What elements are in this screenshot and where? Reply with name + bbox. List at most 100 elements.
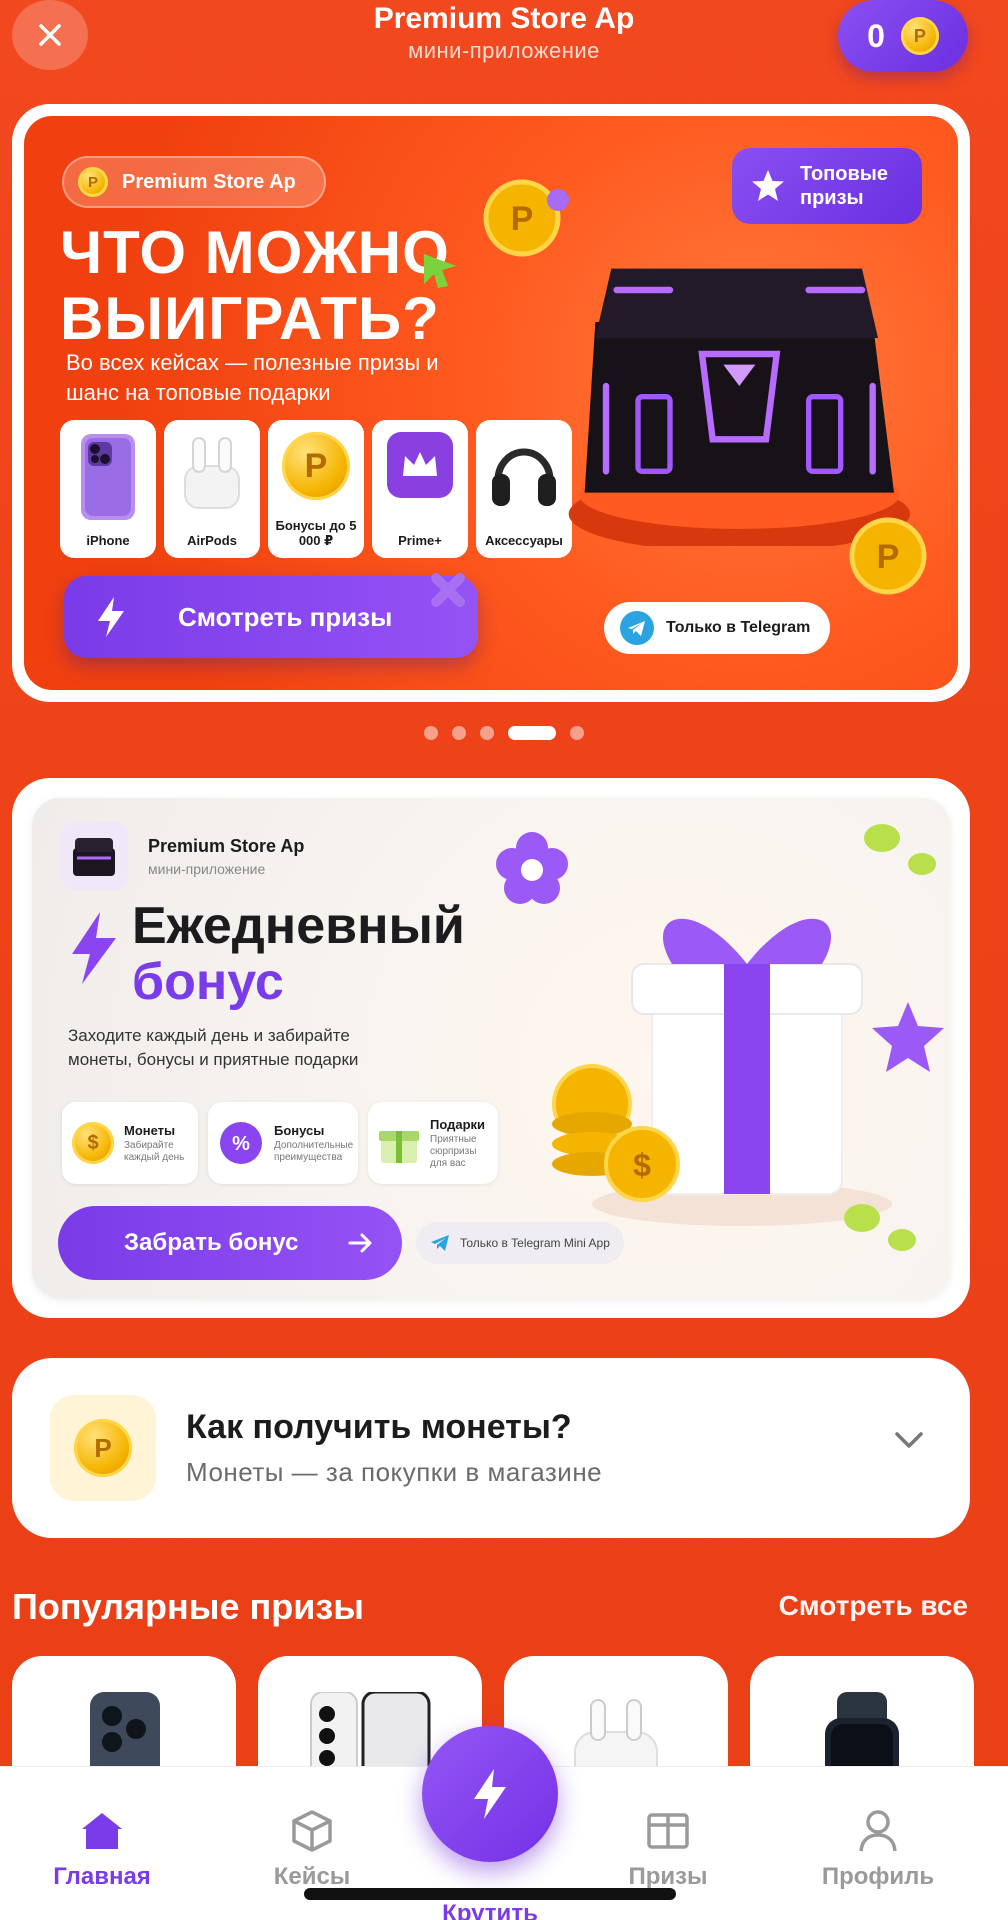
- bonus-app-chip: Premium Store Ap мини-приложение: [60, 822, 304, 890]
- nav-spin-label: Крутить: [442, 1900, 538, 1920]
- gift-outline-icon: [647, 1813, 689, 1849]
- prize-label: Бонусы до 5 000 ₽: [275, 518, 357, 548]
- prize-card-airpods[interactable]: AirPods: [164, 420, 260, 558]
- telegram-miniapp-label: Только в Telegram Mini App: [460, 1236, 610, 1250]
- nav-prizes-label: Призы: [628, 1863, 708, 1890]
- coin-icon: P: [74, 1419, 132, 1477]
- prize-label: Prime+: [398, 533, 442, 548]
- daily-bonus-title-line1: Ежедневный: [132, 897, 465, 955]
- lightning-icon: [98, 597, 124, 637]
- coin-balance[interactable]: 0 P: [838, 0, 968, 72]
- daily-bonus-card[interactable]: Premium Store Ap мини-приложение Ежеднев…: [12, 778, 970, 1318]
- prize-card-prime[interactable]: Prime+: [372, 420, 468, 558]
- purple-cross-icon: [431, 573, 465, 607]
- coin-icon: P: [78, 167, 108, 197]
- top-prizes-badge: Топовые призы: [732, 148, 922, 224]
- view-prizes-button[interactable]: Смотреть призы: [64, 576, 478, 658]
- telegram-only-pill: Только в Telegram: [604, 602, 830, 654]
- chevron-down-icon[interactable]: [894, 1430, 924, 1450]
- airpods-icon: [184, 437, 240, 509]
- gold-coin-icon: P: [849, 517, 927, 595]
- telegram-only-label: Только в Telegram: [666, 619, 811, 636]
- top-bar: Premium Store Ap мини-приложение 0 P: [0, 0, 1008, 80]
- daily-bonus-title: Ежедневный бонус: [132, 898, 465, 1010]
- dollar-coin-icon: $: [72, 1122, 114, 1164]
- carousel-dot[interactable]: [452, 726, 466, 740]
- coins-question: Как получить монеты?: [186, 1408, 572, 1446]
- benefit-sub: Приятные сюрпризы для вас: [430, 1133, 477, 1169]
- prize-label: AirPods: [187, 533, 237, 548]
- hero-prize-list: iPhone AirPods P Бонусы до 5 000 ₽ Prime…: [60, 420, 572, 558]
- treasure-chest-icon: [568, 268, 910, 546]
- percent-badge-icon: %: [220, 1122, 262, 1164]
- green-dots-icon: [864, 824, 936, 875]
- coin-icon: P: [282, 432, 350, 500]
- svg-text:%: %: [232, 1133, 250, 1155]
- benefit-sub: Дополнительные преимущества: [274, 1139, 354, 1163]
- benefit-title: Бонусы: [274, 1122, 325, 1138]
- claim-bonus-button[interactable]: Забрать бонус: [58, 1206, 402, 1280]
- how-to-get-coins-accordion[interactable]: P Как получить монеты? Монеты — за покуп…: [12, 1358, 970, 1538]
- bonus-benefit-list: $ Монеты Забирайте каждый день % Бонусы …: [62, 1102, 498, 1184]
- prize-card-bonuses[interactable]: P Бонусы до 5 000 ₽: [268, 420, 364, 558]
- arrow-right-icon: [348, 1233, 372, 1253]
- nav-cases[interactable]: Кейсы: [242, 1807, 382, 1891]
- claim-bonus-label: Забрать бонус: [124, 1229, 299, 1256]
- nav-profile[interactable]: Профиль: [808, 1807, 948, 1891]
- view-prizes-label: Смотреть призы: [178, 601, 393, 632]
- nav-home-label: Главная: [53, 1863, 151, 1890]
- phone-icon: [81, 434, 135, 520]
- coins-answer: Монеты — за покупки в магазине: [186, 1457, 603, 1487]
- nav-prizes[interactable]: Призы: [598, 1807, 738, 1891]
- hero-banner[interactable]: P Premium Store Ap ЧТО МОЖНО ВЫИГРАТЬ? В…: [12, 104, 970, 702]
- popular-prizes-title: Популярные призы: [12, 1586, 365, 1627]
- svg-text:$: $: [633, 1147, 651, 1183]
- carousel-dot[interactable]: [570, 726, 584, 740]
- purple-orb-icon: [547, 189, 569, 211]
- nav-cases-label: Кейсы: [273, 1863, 351, 1890]
- star-icon: [872, 1002, 944, 1072]
- see-all-link[interactable]: Смотреть все: [779, 1590, 968, 1622]
- prize-label: iPhone: [86, 533, 130, 548]
- hero-brand-pill: P Premium Store Ap: [62, 156, 326, 208]
- telegram-icon: [620, 611, 654, 645]
- box-icon: [292, 1810, 332, 1852]
- app-thumbnail: [60, 822, 128, 890]
- bonus-app-name: Premium Store Ap: [148, 835, 305, 856]
- nav-home[interactable]: Главная: [32, 1807, 172, 1891]
- hero-subtitle: Во всех кейсах — полезные призы и шанс н…: [66, 350, 439, 405]
- chest-icon: [73, 838, 115, 876]
- daily-bonus-title-line2: бонус: [132, 953, 284, 1011]
- carousel-dot-active[interactable]: [508, 726, 556, 740]
- bonus-app-sub: мини-приложение: [148, 860, 266, 877]
- hero-banner-inner: P Premium Store Ap ЧТО МОЖНО ВЫИГРАТЬ? В…: [24, 116, 958, 690]
- gift-box-icon: $: [552, 918, 892, 1226]
- lightning-icon: [72, 912, 116, 984]
- benefit-sub: Забирайте каждый день: [124, 1139, 185, 1163]
- green-cursor-icon: [424, 254, 456, 288]
- coins-icon-box: P: [50, 1395, 156, 1501]
- lightning-icon: [474, 1769, 506, 1819]
- user-icon: [859, 1810, 897, 1852]
- balance-value: 0: [867, 17, 885, 54]
- carousel-indicator: [0, 726, 1008, 740]
- benefit-title: Монеты: [124, 1122, 176, 1138]
- star-icon: [752, 170, 784, 201]
- telegram-icon: [431, 1235, 449, 1251]
- coins-text: Как получить монеты? Монеты — за покупки…: [186, 1408, 602, 1488]
- hero-brand-label: Premium Store Ap: [122, 170, 296, 193]
- daily-bonus-subtitle: Заходите каждый день и забирайте монеты,…: [68, 1026, 359, 1069]
- benefit-card-bonuses: % Бонусы Дополнительные преимущества: [208, 1102, 358, 1184]
- flower-icon: [496, 832, 568, 904]
- benefit-title: Подарки: [430, 1116, 486, 1132]
- benefit-card-coins: $ Монеты Забирайте каждый день: [62, 1102, 198, 1184]
- svg-text:P: P: [877, 538, 900, 576]
- home-indicator: [304, 1888, 676, 1900]
- benefit-card-gifts: Подарки Приятные сюрпризы для вас: [368, 1102, 498, 1184]
- daily-bonus-inner: Premium Store Ap мини-приложение Ежеднев…: [32, 798, 950, 1298]
- carousel-dot[interactable]: [424, 726, 438, 740]
- prize-card-iphone[interactable]: iPhone: [60, 420, 156, 558]
- carousel-dot[interactable]: [480, 726, 494, 740]
- green-dots-icon: [844, 1204, 916, 1251]
- spin-button[interactable]: [422, 1726, 558, 1862]
